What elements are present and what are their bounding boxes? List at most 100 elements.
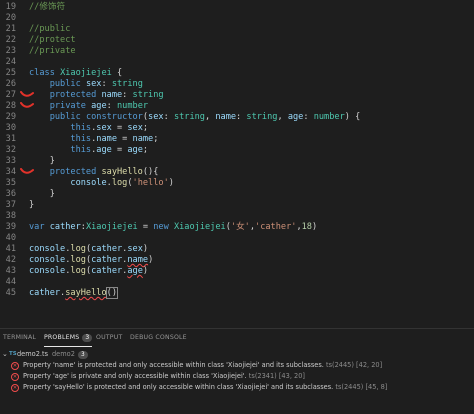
code-token: console — [29, 266, 66, 276]
problem-file-name: demo2.ts — [17, 350, 49, 358]
code-token: //修饰符 — [29, 2, 66, 12]
code-line[interactable]: 36 } — [0, 189, 474, 200]
code-line[interactable]: 44 — [0, 277, 474, 288]
code-token: age — [91, 101, 107, 111]
code-token: age — [127, 145, 143, 155]
code-line[interactable]: 22 //protect — [0, 35, 474, 46]
code-line[interactable]: 25 class Xiaojiejei { — [0, 68, 474, 79]
line-number: 34 — [5, 167, 16, 177]
line-number: 26 — [5, 79, 16, 89]
tab-problems[interactable]: PROBLEMS 3 — [44, 334, 93, 342]
code-text: var cather:Xiaojiejei = new Xiaojiejei('… — [29, 222, 318, 232]
problem-item[interactable]: ✕ Property 'age' is private and only acc… — [0, 371, 474, 382]
code-line[interactable]: 43 console.log(cather.age) — [0, 266, 474, 277]
code-text: console.log('hello') — [70, 178, 174, 188]
code-line[interactable]: 21 //public — [0, 24, 474, 35]
code-line[interactable]: 26 public sex: string — [0, 79, 474, 90]
code-text: } — [29, 200, 35, 210]
line-number: 21 — [5, 24, 16, 34]
code-line[interactable]: 38 — [0, 211, 474, 222]
code-text: //修饰符 — [29, 2, 65, 13]
problem-item[interactable]: ✕ Property 'name' is protected and only … — [0, 360, 474, 371]
problem-source: ts(2445) — [335, 383, 364, 391]
annotation-mark-icon — [20, 168, 34, 176]
problem-message-row: Property 'sayHello' is protected and onl… — [23, 382, 387, 393]
tab-output[interactable]: OUTPUT — [96, 334, 122, 341]
code-line[interactable]: 45 cather.sayHello() — [0, 287, 474, 299]
error-icon: ✕ — [11, 373, 19, 381]
error-icon: ✕ — [11, 362, 19, 370]
code-line[interactable]: 40 — [0, 233, 474, 244]
tab-debug-console[interactable]: DEBUG CONSOLE — [130, 334, 187, 341]
tab-terminal[interactable]: TERMINAL — [3, 334, 36, 341]
problem-file-row[interactable]: ⌄ TS demo2.ts demo2 3 — [0, 349, 474, 360]
code-token: name — [132, 134, 154, 144]
code-line[interactable]: 29 public constructor(sex: string, name:… — [0, 112, 474, 123]
problem-message: Property 'name' is protected and only ac… — [23, 361, 324, 369]
code-token: constructor — [85, 112, 143, 122]
code-token: log — [70, 244, 86, 254]
code-text: } — [29, 189, 55, 199]
problem-position: [42, 20] — [356, 361, 383, 369]
line-number: 23 — [5, 46, 16, 56]
code-token: //public — [29, 24, 71, 34]
code-text: console.log(cather.age) — [29, 266, 149, 276]
code-token: sex — [85, 79, 102, 89]
line-number: 37 — [5, 200, 16, 210]
problems-count-badge: 3 — [82, 334, 93, 342]
line-number: 25 — [5, 68, 16, 78]
code-line[interactable]: 27 protected name: string — [0, 90, 474, 101]
code-token: Xiaojiejei — [173, 222, 226, 232]
problem-source: ts(2341) — [248, 372, 277, 380]
code-line[interactable]: 28 private age: number — [0, 101, 474, 112]
code-token: cather — [91, 244, 123, 254]
code-line[interactable]: 19 //修饰符 — [0, 2, 474, 13]
code-line[interactable]: 33 } — [0, 156, 474, 167]
code-token: name — [101, 90, 123, 100]
code-token: cather — [49, 222, 81, 232]
problem-message-row: Property 'name' is protected and only ac… — [23, 360, 382, 371]
code-token: sayHello — [101, 167, 143, 177]
line-number: 22 — [5, 35, 16, 45]
problem-source: ts(2445) — [325, 361, 354, 369]
line-number: 20 — [5, 13, 16, 23]
code-line[interactable]: 39 var cather:Xiaojiejei = new Xiaojiejei… — [0, 222, 474, 233]
code-editor[interactable]: 19 //修饰符 20 21 //public 22 //protect 23 //privat… — [0, 0, 474, 328]
code-token: class — [29, 68, 55, 78]
code-line[interactable]: 35 console.log('hello') — [0, 178, 474, 189]
line-number: 40 — [5, 233, 16, 243]
code-line[interactable]: 24 — [0, 57, 474, 68]
code-line[interactable]: 20 — [0, 13, 474, 24]
code-token: 'hello' — [132, 178, 169, 188]
code-text: protected name: string — [49, 90, 164, 100]
code-text: private age: number — [49, 101, 149, 111]
code-text: class Xiaojiejei { — [29, 68, 123, 78]
code-token: sex — [148, 112, 164, 122]
code-token: () — [105, 287, 119, 299]
code-token: new — [153, 222, 169, 232]
code-token: log — [111, 178, 128, 188]
code-line[interactable]: 31 this.name = name; — [0, 134, 474, 145]
code-token: name — [215, 112, 237, 122]
code-line[interactable]: 30 this.sex = sex; — [0, 123, 474, 134]
code-text: //protect — [29, 35, 76, 46]
code-text: this.name = name; — [70, 134, 159, 144]
code-token: public — [49, 79, 81, 89]
code-line[interactable]: 23 //private — [0, 46, 474, 57]
problems-list: ⌄ TS demo2.ts demo2 3 ✕ Property 'name' … — [0, 349, 474, 393]
code-text: console.log(cather.name) — [29, 255, 154, 265]
code-token: cather — [91, 266, 123, 276]
code-line[interactable]: 37} — [0, 200, 474, 211]
code-text: public sex: string — [49, 79, 143, 89]
problem-item[interactable]: ✕ Property 'sayHello' is protected and o… — [0, 382, 474, 393]
code-token: name — [127, 255, 149, 265]
code-line[interactable]: 42 console.log(cather.name) — [0, 255, 474, 266]
code-line[interactable]: 32 this.age = age; — [0, 145, 474, 156]
code-token: sex — [96, 123, 112, 133]
code-token: console — [29, 244, 66, 254]
code-line[interactable]: 41 console.log(cather.sex) — [0, 244, 474, 255]
chevron-down-icon[interactable]: ⌄ — [2, 349, 8, 360]
code-token: protected — [49, 90, 97, 100]
code-token: age — [127, 266, 143, 276]
code-line[interactable]: 34 protected sayHello(){ — [0, 167, 474, 178]
